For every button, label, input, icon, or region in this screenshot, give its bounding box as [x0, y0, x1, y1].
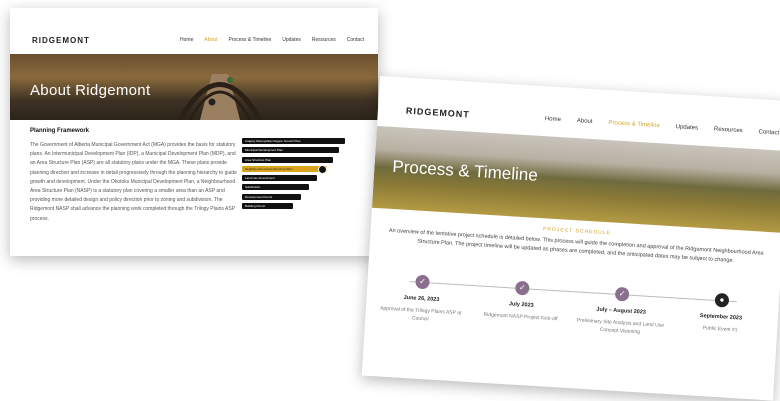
timeline-date: September 2023 — [699, 312, 743, 322]
process-page-wrapper: RIDGEMONT Home About Process & Timeline … — [361, 76, 780, 401]
nav-updates[interactable]: Updates — [676, 124, 699, 131]
logo[interactable]: RIDGEMONT — [32, 36, 90, 45]
location-pin-icon — [318, 165, 327, 174]
about-page-screenshot: RIDGEMONT Home About Process & Timeline … — [10, 8, 378, 256]
nav-home[interactable]: Home — [180, 37, 193, 43]
location-pin-icon: ● — [714, 292, 730, 308]
flow-step: Building Permit — [242, 203, 293, 210]
timeline-item: ● September 2023 Public Event #1 — [675, 291, 767, 336]
timeline-description: Public Event #1 — [702, 325, 738, 334]
check-icon: ✓ — [614, 286, 630, 302]
timeline-date: July 2023 — [508, 301, 534, 309]
flow-step-highlighted: Neighbourhood Area Structure Plan — [242, 165, 327, 172]
check-icon: ✓ — [415, 274, 430, 290]
nav-contact[interactable]: Contact — [347, 37, 364, 43]
page-title: Process & Timeline — [391, 156, 539, 185]
check-icon: ✓ — [514, 280, 530, 296]
nav-process-timeline[interactable]: Process & Timeline — [608, 120, 660, 129]
flow-step: Area Structure Plan — [242, 156, 333, 163]
nav-resources[interactable]: Resources — [312, 37, 336, 43]
timeline-description: Preliminary Site Analysis and Land Use C… — [576, 317, 665, 336]
nav-updates[interactable]: Updates — [282, 37, 301, 43]
process-timeline-page-screenshot: RIDGEMONT Home About Process & Timeline … — [361, 76, 780, 401]
timeline-description: Ridgemont NASP Project Kick-off — [483, 311, 558, 323]
timeline-date: June 26, 2023 — [403, 294, 440, 304]
flow-step: Subdivision — [242, 184, 309, 191]
bridge-image — [177, 74, 263, 120]
timeline-item: ✓ July – August 2023 Preliminary Site An… — [575, 284, 668, 337]
nav-process-timeline[interactable]: Process & Timeline — [228, 37, 271, 43]
nav-links: Home About Process & Timeline Updates Re… — [529, 115, 780, 136]
section-heading: Planning Framework — [30, 128, 90, 134]
body-paragraph: The Government of Alberta Municipal Gove… — [30, 142, 237, 222]
nav-about[interactable]: About — [577, 118, 593, 125]
hero-banner: Process & Timeline — [371, 125, 780, 233]
page-title: About Ridgemont — [30, 82, 151, 99]
timeline-item: ✓ July 2023 Ridgemont NASP Project Kick-… — [475, 278, 567, 323]
hero-banner: About Ridgemont — [10, 54, 378, 120]
timeline-item: ✓ June 26, 2023 Approval of the Trilogy … — [375, 272, 468, 325]
nav-links: Home About Process & Timeline Updates Re… — [169, 37, 364, 43]
flow-step: Land Use Amendment — [242, 175, 317, 182]
logo[interactable]: RIDGEMONT — [406, 106, 470, 120]
flow-step: Development Permit — [242, 193, 301, 200]
timeline-description: Approval of the Trilogy Plains ASP at Co… — [379, 305, 462, 323]
nav-resources[interactable]: Resources — [714, 126, 743, 134]
timeline-date: July – August 2023 — [596, 306, 647, 316]
planning-hierarchy-diagram: Calgary Metropolitan Region Growth Plan … — [242, 138, 345, 212]
flow-step: Municipal Development Plan — [242, 147, 339, 154]
nav-contact[interactable]: Contact — [758, 129, 779, 136]
nav-home[interactable]: Home — [545, 116, 561, 123]
top-nav: RIDGEMONT Home About Process & Timeline … — [32, 34, 364, 46]
flow-step: Calgary Metropolitan Region Growth Plan — [242, 138, 345, 144]
nav-about[interactable]: About — [204, 37, 217, 43]
